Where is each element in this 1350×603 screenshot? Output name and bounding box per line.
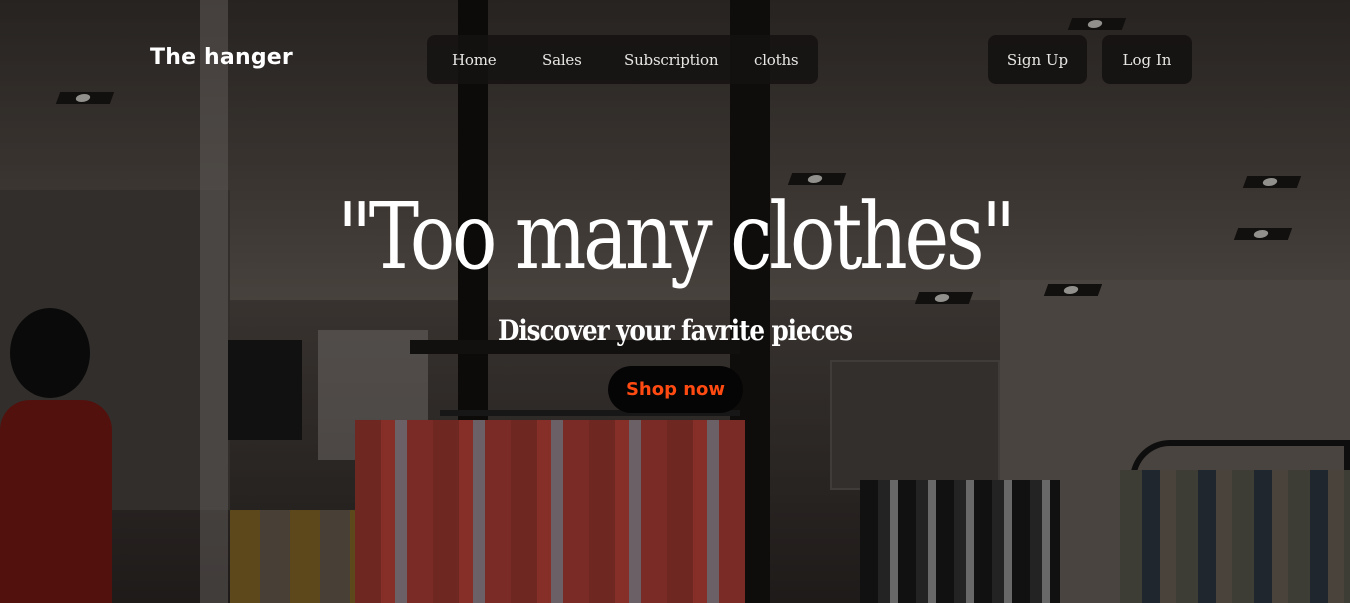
hero-background-image [0, 0, 1350, 603]
brand-logo[interactable]: The hanger [150, 45, 293, 70]
sign-up-button[interactable]: Sign Up [988, 35, 1087, 84]
hero-title: "Too many clothes" [337, 183, 1016, 290]
dark-overlay [0, 0, 1350, 603]
nav-item-sales[interactable]: Sales [542, 51, 582, 69]
hero-subtitle: Discover your favrite pieces [498, 314, 853, 347]
nav-item-home[interactable]: Home [452, 51, 497, 69]
nav-item-subscription[interactable]: Subscription [624, 51, 719, 69]
main-nav: Home Sales Subscription cloths [427, 35, 818, 84]
log-in-button[interactable]: Log In [1102, 35, 1192, 84]
nav-item-cloths[interactable]: cloths [754, 51, 799, 69]
shop-now-button[interactable]: Shop now [608, 366, 743, 413]
